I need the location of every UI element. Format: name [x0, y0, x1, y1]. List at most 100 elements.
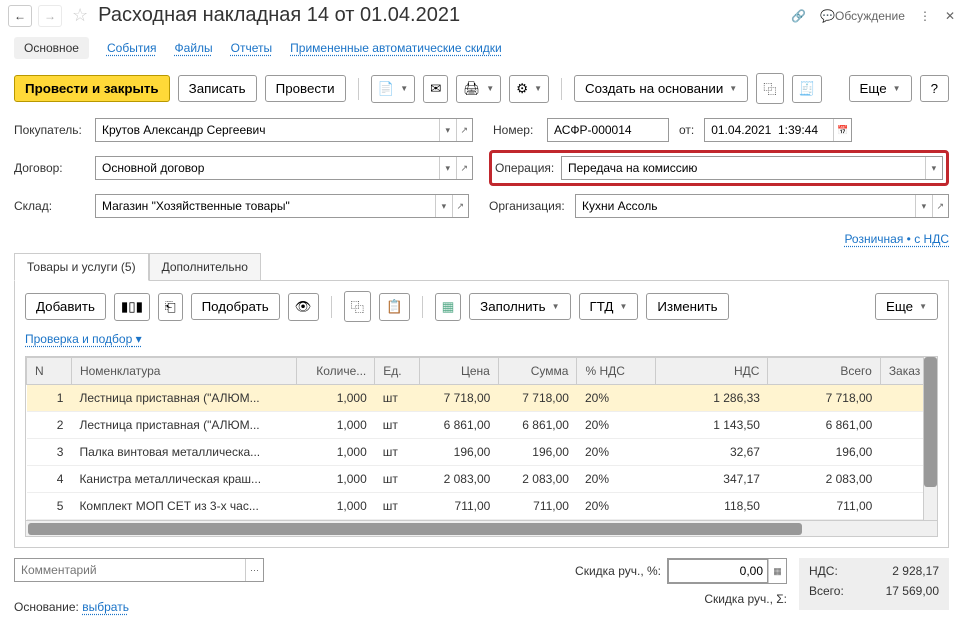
date-field[interactable]: 📅 [704, 118, 852, 142]
sub-tabs: Товары и услуги (5) Дополнительно [0, 252, 963, 280]
copy-button[interactable]: ⿻ [344, 291, 371, 322]
tab-reports[interactable]: Отчеты [231, 41, 272, 55]
tab-events[interactable]: События [107, 41, 157, 55]
link-icon[interactable]: 🔗 [791, 9, 806, 23]
operation-input[interactable] [562, 157, 925, 179]
org-input[interactable] [576, 195, 915, 217]
tab-goods[interactable]: Товары и услуги (5) [14, 253, 149, 281]
gtd-button[interactable]: ГТД▼ [579, 293, 639, 320]
org-field[interactable]: ▾ ↗ [575, 194, 949, 218]
more-button[interactable]: Еще▼ [849, 75, 912, 102]
email-button[interactable]: ✉ [423, 75, 448, 103]
change-button[interactable]: Изменить [646, 293, 728, 320]
col-price[interactable]: Цена [420, 358, 499, 385]
col-vatpct[interactable]: % НДС [577, 358, 656, 385]
vertical-scrollbar[interactable] [923, 357, 937, 520]
print-button[interactable]: 🖨▼ [456, 75, 501, 103]
settings-button[interactable]: ⚙▼ [509, 75, 549, 103]
pick-button[interactable]: Подобрать [191, 293, 280, 320]
operation-field[interactable]: ▾ [561, 156, 943, 180]
fill-label: Заполнить [480, 299, 545, 314]
scan-button[interactable]: ⎗ [158, 293, 183, 321]
retail-vat-link[interactable]: Розничная • с НДС [844, 232, 949, 246]
calc-icon[interactable]: ▦ [768, 559, 786, 583]
doc-star-icon: 📄 [378, 81, 395, 97]
post-and-close-button[interactable]: Провести и закрыть [14, 75, 170, 102]
comment-field[interactable]: ⋯ [14, 558, 264, 582]
contract-input[interactable] [96, 157, 439, 179]
view-button[interactable]: 👁 [288, 293, 319, 321]
add-button[interactable]: Добавить [25, 293, 106, 320]
paste-icon: 📋 [386, 299, 403, 315]
dropdown-icon[interactable]: ▾ [435, 195, 451, 217]
base-link[interactable]: выбрать [82, 600, 129, 614]
dropdown-icon[interactable]: ▾ [439, 119, 455, 141]
number-field[interactable] [547, 118, 669, 142]
create-base-button[interactable]: Создать на основании▼ [574, 75, 748, 102]
dropdown-icon[interactable]: ▾ [439, 157, 455, 179]
close-icon[interactable]: ✕ [945, 9, 955, 23]
help-button[interactable]: ? [920, 75, 949, 102]
more-goods-button[interactable]: Еще▼ [875, 293, 938, 320]
discuss-button[interactable]: 💬 Обсуждение [820, 9, 905, 23]
page-title: Расходная накладная 14 от 01.04.2021 [98, 4, 785, 27]
receipt-button[interactable]: 🧾 [792, 75, 823, 103]
open-icon[interactable]: ↗ [456, 119, 472, 141]
number-input[interactable] [548, 119, 668, 141]
buyer-field[interactable]: ▾ ↗ [95, 118, 473, 142]
main-toolbar: Провести и закрыть Записать Провести 📄▼ … [0, 69, 963, 114]
table-icon: ▦ [442, 299, 455, 315]
kebab-menu-icon[interactable]: ⋮ [919, 9, 931, 23]
fill-button[interactable]: Заполнить▼ [469, 293, 570, 320]
create-base-label: Создать на основании [585, 81, 723, 96]
doc-action-button[interactable]: 📄▼ [371, 75, 416, 103]
table-row[interactable]: 5Комплект МОП СЕТ из 3-х час...1,000шт71… [27, 493, 937, 520]
excel-button[interactable]: ▦ [435, 293, 462, 321]
open-icon[interactable]: ↗ [456, 157, 472, 179]
favorite-star-icon[interactable]: ☆ [72, 5, 88, 26]
post-button[interactable]: Провести [265, 75, 346, 102]
dropdown-icon[interactable]: ▾ [915, 195, 931, 217]
nav-back-button[interactable]: ← [8, 5, 32, 27]
col-sum[interactable]: Сумма [498, 358, 577, 385]
tab-discounts[interactable]: Примененные автоматические скидки [290, 41, 502, 55]
check-pick-link[interactable]: Проверка и подбор ▾ [25, 332, 142, 346]
comment-input[interactable] [15, 559, 245, 581]
table-row[interactable]: 1Лестница приставная ("АЛЮМ...1,000шт7 7… [27, 385, 937, 412]
warehouse-field[interactable]: ▾ ↗ [95, 194, 469, 218]
open-icon[interactable]: ↗ [452, 195, 468, 217]
col-total[interactable]: Всего [768, 358, 880, 385]
paste-button[interactable]: 📋 [379, 293, 410, 321]
buyer-input[interactable] [96, 119, 439, 141]
save-button[interactable]: Записать [178, 75, 257, 102]
nav-forward-button[interactable]: → [38, 5, 62, 27]
disc-pct-field[interactable]: ▦ [667, 558, 787, 584]
col-n[interactable]: N [27, 358, 72, 385]
table-row[interactable]: 2Лестница приставная ("АЛЮМ...1,000шт6 8… [27, 412, 937, 439]
warehouse-input[interactable] [96, 195, 435, 217]
col-vat[interactable]: НДС [656, 358, 768, 385]
calendar-icon[interactable]: 📅 [833, 119, 851, 141]
col-qty[interactable]: Количе... [296, 358, 375, 385]
tab-files[interactable]: Файлы [175, 41, 213, 55]
form-area: Покупатель: ▾ ↗ Номер: от: 📅 Договор: ▾ … [0, 114, 963, 230]
tab-extra[interactable]: Дополнительно [149, 253, 261, 281]
disc-pct-input[interactable] [668, 559, 768, 583]
contract-field[interactable]: ▾ ↗ [95, 156, 473, 180]
goods-panel: Добавить ▮▯▮ ⎗ Подобрать 👁 ⿻ 📋 ▦ Заполни… [14, 280, 949, 548]
base-label: Основание: [14, 600, 79, 614]
table-row[interactable]: 4Канистра металлическая краш...1,000шт2 … [27, 466, 937, 493]
open-icon[interactable]: ↗ [932, 195, 948, 217]
col-nomen[interactable]: Номенклатура [71, 358, 296, 385]
dropdown-icon[interactable]: ▾ [925, 157, 942, 179]
tab-main[interactable]: Основное [14, 37, 89, 59]
date-input[interactable] [705, 119, 833, 141]
horizontal-scrollbar[interactable] [26, 520, 937, 536]
goods-table-wrap: N Номенклатура Количе... Ед. Цена Сумма … [25, 356, 938, 537]
table-row[interactable]: 3Палка винтовая металлическа...1,000шт19… [27, 439, 937, 466]
barcode-button[interactable]: ▮▯▮ [114, 293, 150, 321]
col-unit[interactable]: Ед. [375, 358, 420, 385]
ellipsis-icon[interactable]: ⋯ [245, 559, 263, 581]
structure-button[interactable]: ⿻ [756, 73, 783, 104]
separator [422, 296, 423, 318]
